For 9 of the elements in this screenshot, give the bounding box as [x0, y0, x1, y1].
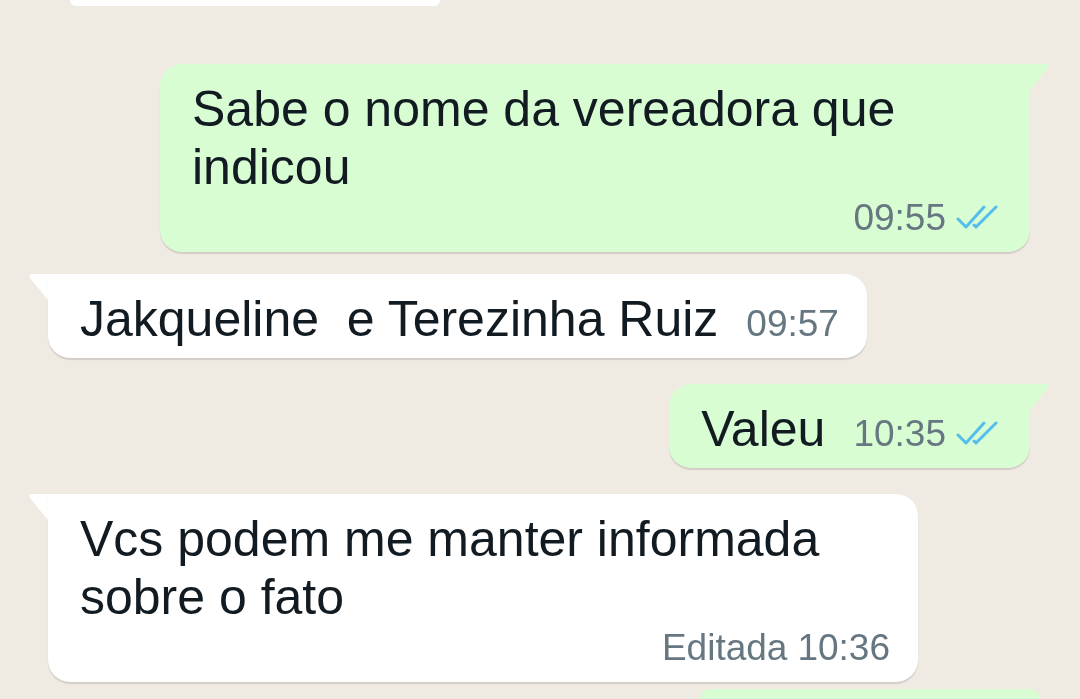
message-text: Valeu	[701, 400, 826, 458]
message-text: Jakqueline e Terezinha Ruiz	[80, 290, 719, 348]
message-text: Sabe o nome da vereadora que indicou	[192, 80, 897, 196]
message-time: 10:35	[853, 412, 946, 456]
message-text: Vcs podem me manter informada sobre o fato	[80, 510, 821, 626]
message-time: 09:57	[746, 302, 839, 346]
message-time: 10:36	[797, 626, 890, 670]
message-time: 09:55	[853, 196, 946, 240]
edited-label: Editada	[661, 626, 788, 670]
